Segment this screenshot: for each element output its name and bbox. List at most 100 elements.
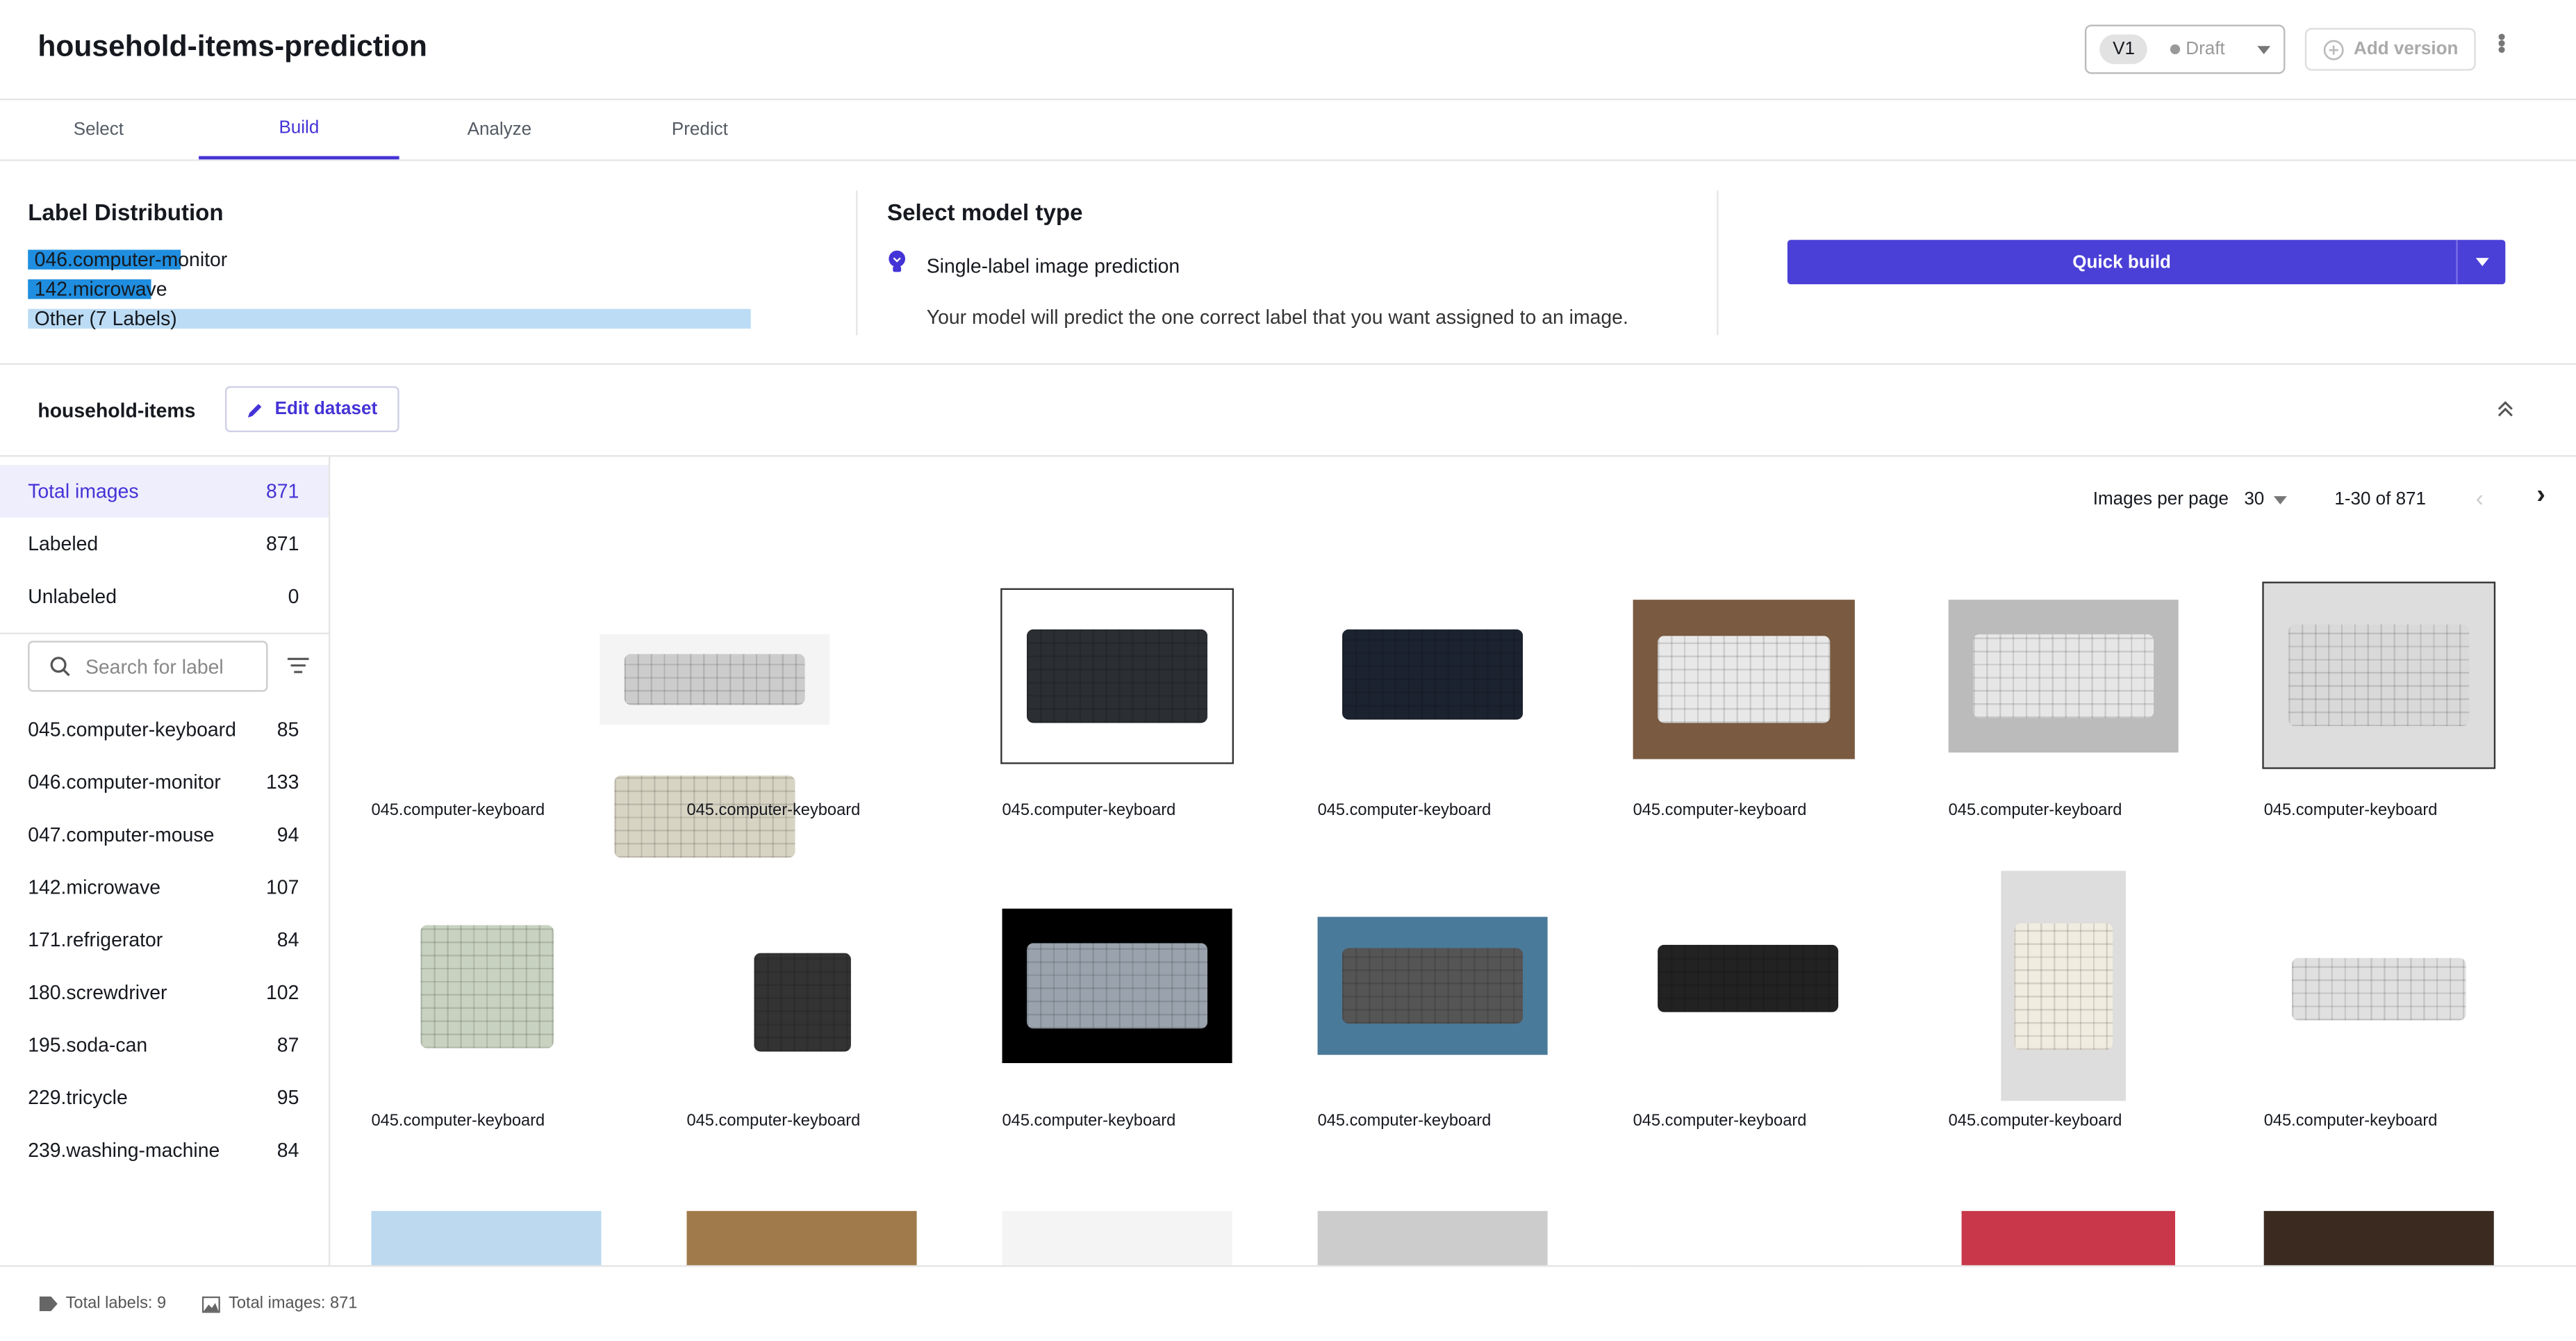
image-thumbnail[interactable] <box>2263 1210 2494 1265</box>
label-list-item[interactable]: 142.microwave 107 <box>0 875 329 898</box>
image-label: 045.computer-keyboard <box>1002 1112 1176 1130</box>
label-name: 047.computer-mouse <box>28 823 215 846</box>
previous-page-icon[interactable]: ‹ <box>2476 485 2484 511</box>
search-label-input[interactable]: Search for label <box>28 641 268 692</box>
status-label: Draft <box>2186 39 2225 60</box>
stat-label: Labeled <box>28 532 99 556</box>
stat-total-images[interactable]: Total images 871 <box>0 465 329 518</box>
edit-dataset-button[interactable]: Edit dataset <box>224 386 399 432</box>
label-count: 85 <box>276 718 299 741</box>
keyboard-image <box>2291 957 2466 1021</box>
keyboard-image <box>1657 635 1831 723</box>
image-label: 045.computer-keyboard <box>686 1112 861 1130</box>
label-list-item[interactable]: 195.soda-can 87 <box>0 1033 329 1056</box>
label-list-item[interactable]: 180.screwdriver 102 <box>0 981 329 1004</box>
image-label: 045.computer-keyboard <box>1002 802 1176 821</box>
image-label: 045.computer-keyboard <box>2263 802 2438 821</box>
label-list-item[interactable]: 229.tricycle 95 <box>0 1086 329 1109</box>
collapse-icon[interactable] <box>2495 400 2515 419</box>
stat-label: Unlabeled <box>28 584 117 608</box>
image-thumbnail[interactable] <box>1000 588 1234 764</box>
pagination-range: 1-30 of 871 <box>2334 489 2426 510</box>
version-selector[interactable]: V1 Draft <box>2084 24 2286 74</box>
model-type-option[interactable]: Single-label image prediction <box>927 255 1180 278</box>
label-list-item[interactable]: 171.refrigerator 84 <box>0 928 329 951</box>
image-thumbnail[interactable] <box>2001 871 2127 1101</box>
image-label: 045.computer-keyboard <box>1948 802 2122 821</box>
image-thumbnail[interactable] <box>1633 600 1855 759</box>
image-thumbnail[interactable] <box>1002 908 1232 1064</box>
keyboard-image <box>1343 628 1523 719</box>
stat-labeled[interactable]: Labeled 871 <box>0 518 329 570</box>
image-thumbnail[interactable] <box>686 1210 917 1265</box>
image-label: 045.computer-keyboard <box>1633 1112 1807 1130</box>
stat-unlabeled[interactable]: Unlabeled 0 <box>0 570 329 623</box>
build-options-dropdown[interactable] <box>2456 240 2505 285</box>
version-badge: V1 <box>2099 34 2148 65</box>
image-label: 045.computer-keyboard <box>2263 1112 2438 1130</box>
total-images-text: Total images: 871 <box>229 1294 358 1313</box>
label-name: 171.refrigerator <box>28 928 163 952</box>
quick-build-label: Quick build <box>2072 252 2171 272</box>
image-thumbnail[interactable] <box>401 875 574 1098</box>
sort-icon[interactable] <box>287 657 309 674</box>
label-count: 107 <box>266 875 299 899</box>
quick-build-button[interactable]: Quick build <box>1787 240 2506 285</box>
image-label: 045.computer-keyboard <box>1317 802 1492 821</box>
stat-value: 871 <box>266 479 299 503</box>
image-thumbnail[interactable] <box>1961 1210 2175 1265</box>
page-title: household-items-prediction <box>38 29 427 63</box>
label-count: 94 <box>276 823 299 846</box>
keyboard-image <box>420 925 554 1048</box>
chevron-down-icon <box>2475 258 2488 267</box>
image-thumbnail[interactable] <box>1633 916 1863 1040</box>
tab-predict[interactable]: Predict <box>600 99 800 159</box>
tab-analyze[interactable]: Analyze <box>399 99 600 159</box>
label-name: 180.screwdriver <box>28 980 167 1004</box>
image-thumbnail[interactable] <box>1633 1210 1863 1265</box>
distribution-bar-label: 046.computer-monitor <box>34 248 228 272</box>
image-thumbnail[interactable] <box>1948 600 2179 753</box>
image-thumbnail[interactable] <box>1317 591 1548 756</box>
distribution-bar: 142.microwave <box>28 279 751 299</box>
image-thumbnail[interactable] <box>1317 916 1548 1055</box>
image-thumbnail[interactable] <box>1317 1210 1548 1265</box>
label-list-item[interactable]: 046.computer-monitor 133 <box>0 771 329 793</box>
image-label: 045.computer-keyboard <box>686 802 861 821</box>
image-thumbnail[interactable] <box>2267 931 2491 1047</box>
image-thumbnail[interactable] <box>741 912 864 1093</box>
image-thumbnail[interactable] <box>371 1210 602 1265</box>
status-badge: Draft <box>2171 40 2225 59</box>
stat-label: Total images <box>28 479 139 503</box>
status-dot-icon <box>2171 44 2181 55</box>
add-version-button[interactable]: Add version <box>2304 28 2476 71</box>
next-page-icon[interactable]: › <box>2536 482 2545 511</box>
keyboard-image <box>2289 625 2469 726</box>
label-list-item[interactable]: 045.computer-keyboard 85 <box>0 718 329 741</box>
divider <box>0 632 329 634</box>
image-thumbnail[interactable] <box>1002 1210 1232 1265</box>
label-list-item[interactable]: 239.washing-machine 84 <box>0 1139 329 1162</box>
label-list-item[interactable]: 047.computer-mouse 94 <box>0 823 329 846</box>
keyboard-image <box>625 655 804 705</box>
tab-build[interactable]: Build <box>199 99 399 160</box>
label-count: 95 <box>276 1086 299 1110</box>
label-name: 229.tricycle <box>28 1086 128 1110</box>
label-count: 84 <box>276 928 299 952</box>
images-per-page-select[interactable]: 30 <box>2244 489 2288 510</box>
chevron-down-icon <box>2257 45 2271 54</box>
keyboard-image <box>1974 634 2154 718</box>
more-options-icon[interactable]: ••• <box>2489 33 2516 52</box>
image-thumbnail[interactable] <box>600 634 830 725</box>
label-count: 133 <box>266 771 299 794</box>
per-page-value: 30 <box>2244 489 2265 510</box>
tag-icon <box>39 1296 58 1312</box>
image-label: 045.computer-keyboard <box>371 802 545 821</box>
label-distribution-title: Label Distribution <box>28 199 224 225</box>
distribution-bar: Other (7 Labels) <box>28 309 751 329</box>
divider <box>0 159 2576 161</box>
image-thumbnail[interactable] <box>2262 582 2496 769</box>
tab-select[interactable]: Select <box>0 99 199 159</box>
stat-value: 0 <box>288 584 299 608</box>
keyboard-image <box>1027 943 1207 1028</box>
